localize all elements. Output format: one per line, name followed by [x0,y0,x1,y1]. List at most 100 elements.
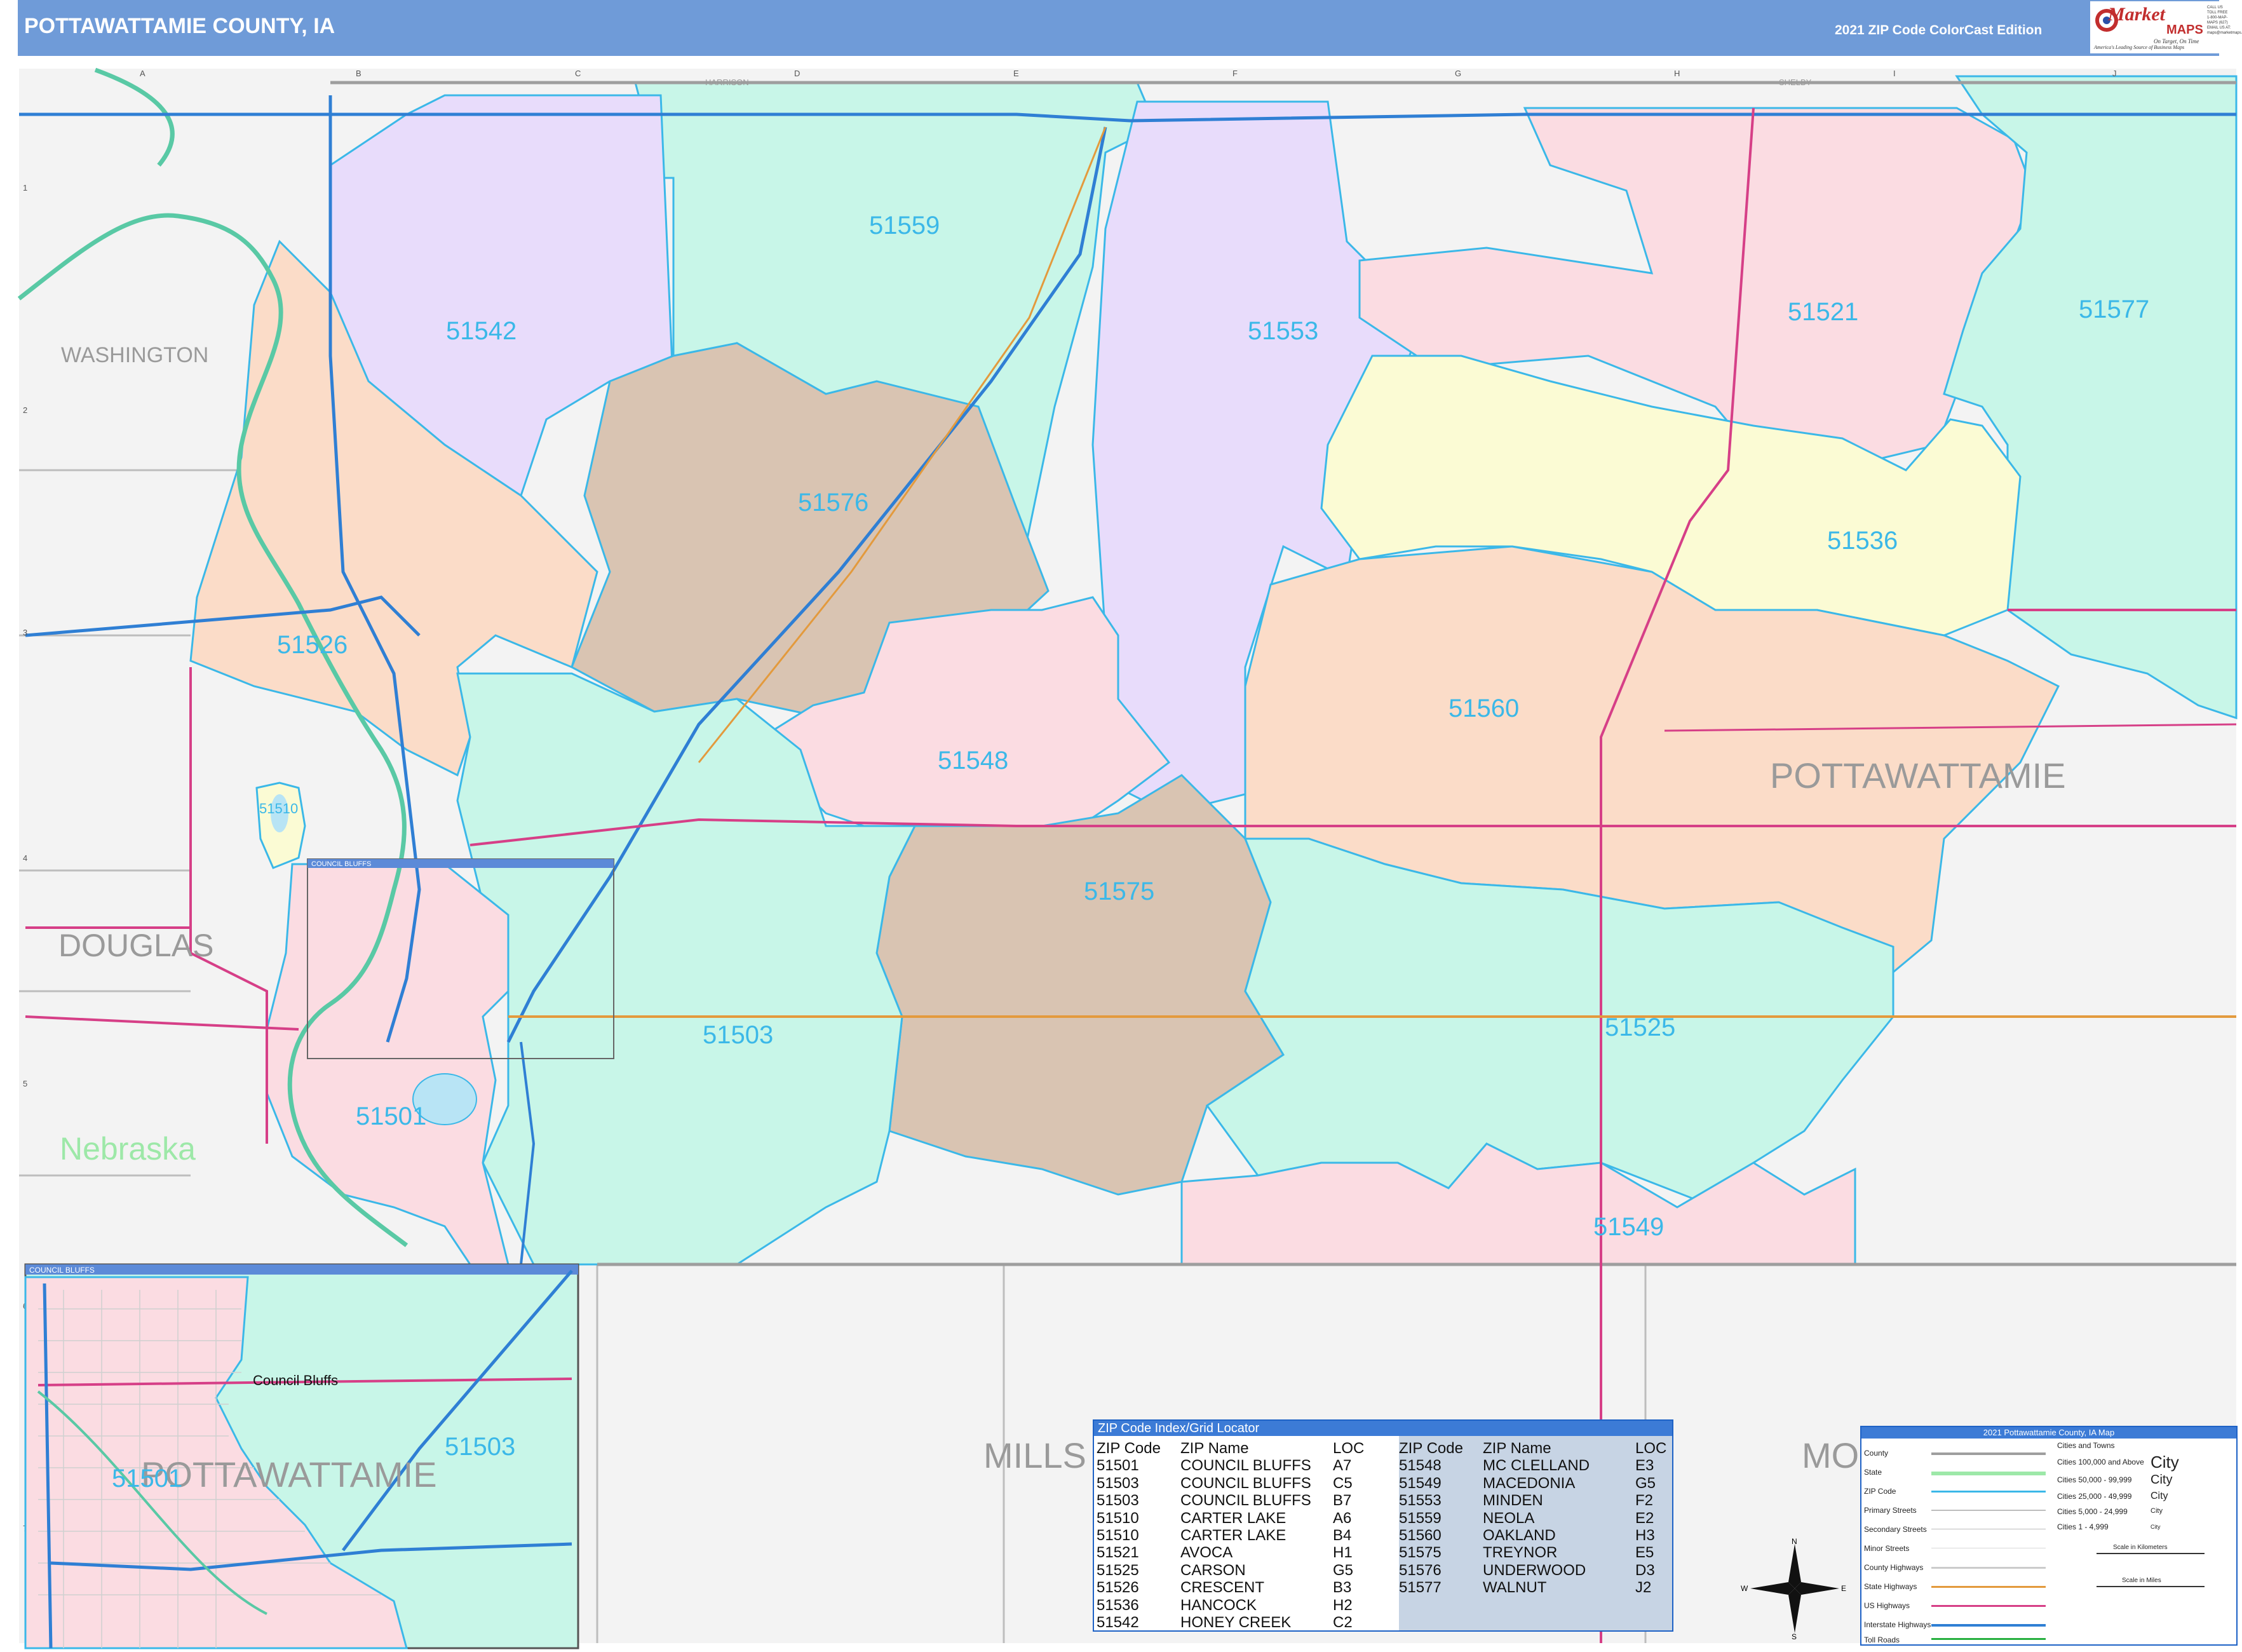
grid-col-d: D [794,69,800,78]
legend-toll-line [1931,1638,2046,1640]
zip-index-table: ZIP Code Index/Grid Locator ZIP Code ZIP… [1093,1419,1673,1632]
legend-county-hwy-line [1931,1567,2046,1569]
zip-label-51559: 51559 [869,212,940,240]
zip-label-51536: 51536 [1827,527,1898,555]
header-name: ZIP Name [1180,1440,1249,1457]
legend-item: ZIP Code [1864,1487,1896,1496]
grid-col-g: G [1455,69,1461,78]
legend-county-line [1931,1452,2046,1455]
zip-label-51576: 51576 [798,489,868,517]
inset-zip-51503: 51503 [445,1433,515,1461]
legend-item: US Highways [1864,1601,1910,1610]
pottawattamie-label: POTTAWATTAMIE [1770,755,2066,796]
zip-index-right-column: ZIP Code ZIP Name LOC 51548 MC CLELLAND E3… [1399,1440,1667,1597]
legend-item: Interstate Highways [1864,1620,1931,1629]
legend-item: State [1864,1468,1882,1477]
zip-index-row: 51542 HONEY CREEK C2 [1097,1614,1353,1632]
legend-state-line [1931,1472,2046,1475]
legend-item: Toll Roads [1864,1635,1900,1644]
legend-item: Primary Streets [1864,1506,1917,1515]
inset-city-label: Council Bluffs [253,1372,338,1388]
zip-index-left-column: ZIP Code ZIP Name LOC 51501 COUNCIL BLUFF… [1097,1440,1371,1631]
legend-zip-line [1931,1491,2046,1493]
zip-label-51510: 51510 [259,801,298,816]
header-zip: ZIP Code [1399,1440,1463,1457]
header-zip: ZIP Code [1097,1440,1161,1457]
zip-label-51560: 51560 [1449,694,1519,722]
zip-label-51575: 51575 [1084,877,1154,905]
grid-row-3: 3 [23,628,27,637]
scale-mi-label: Scale in Miles [2122,1577,2161,1584]
scale-km-label: Scale in Kilometers [2113,1544,2168,1551]
zip-label-51521: 51521 [1788,298,1858,326]
legend-city-sample: City [2151,1524,2161,1530]
zip-index-header-row: ZIP Code ZIP Name LOC [1399,1440,1667,1457]
compass-rose-icon: N E S W [1741,1538,1846,1639]
zip-index-row: 51510 CARTER LAKE B4 [1097,1527,1352,1545]
zip-index-row: 51526 CRESCENT B3 [1097,1579,1352,1597]
legend-item: County Highways [1864,1563,1924,1572]
county-map[interactable]: COUNCIL BLUFFS A B C D E F G H I J 1 2 3… [0,0,2242,1652]
inset-title: COUNCIL BLUFFS [29,1266,95,1275]
harrison-label: HARRISON [705,78,749,87]
grid-row-1: 1 [23,183,27,193]
zip-index-row: 51548 MC CLELLAND E3 [1399,1457,1654,1475]
zip-label-51501: 51501 [356,1102,426,1130]
zip-index-row: 51501 COUNCIL BLUFFS A7 [1097,1457,1352,1475]
grid-row-2: 2 [23,405,27,415]
montgomery-label: MO [1802,1435,1859,1475]
washington-label: WASHINGTON [61,343,208,367]
zip-index-row: 51553 MINDEN F2 [1399,1492,1654,1510]
zip-index-row: 51525 CARSON G5 [1097,1561,1354,1579]
grid-col-i: I [1893,69,1896,78]
zip-index-header-row: ZIP Code ZIP Name LOC [1097,1440,1371,1457]
nebraska-label: Nebraska [60,1131,196,1167]
inset-county-label: POTTAWATTAMIE [141,1454,437,1494]
zip-label-51548: 51548 [938,747,1008,775]
legend-city-sample: City [2151,1491,2168,1501]
zip-index-row: 51521 AVOCA H1 [1097,1544,1353,1562]
zip-index-row: 51510 CARTER LAKE A6 [1097,1509,1352,1527]
zip-label-51503: 51503 [703,1021,773,1049]
legend-city-class: Cities 1 - 4,999 [2057,1522,2109,1531]
legend-item: County [1864,1449,1889,1458]
zip-label-51549: 51549 [1593,1213,1664,1241]
legend-city-class: Cities 25,000 - 49,999 [2057,1492,2132,1501]
shelby-label: SHELBY [1779,78,1812,87]
council-bluffs-inset[interactable]: COUNCIL BLUFFS Council Bluffs POTTAWATTA… [24,1263,579,1649]
legend-item: Secondary Streets [1864,1525,1927,1534]
douglas-label: DOUGLAS [58,928,214,963]
zip-index-row: 51503 COUNCIL BLUFFS B7 [1097,1492,1352,1510]
legend-us-hwy-line [1931,1605,2046,1607]
mills-label: MILLS [983,1435,1086,1475]
zip-label-51525: 51525 [1605,1013,1675,1041]
header-loc: LOC [1635,1440,1667,1457]
legend-city-class: Cities 100,000 and Above [2057,1458,2144,1466]
scale-mi-bar [2097,1586,2205,1587]
zip-index-row: 51575 TREYNOR E5 [1399,1544,1654,1562]
map-legend: 2021 Pottawattamie County, IA Map County… [1860,1426,2238,1646]
legend-interstate-line [1931,1624,2046,1627]
zip-index-row: 51559 NEOLA E2 [1399,1509,1654,1527]
grid-col-c: C [575,69,581,78]
grid-col-a: A [140,69,145,78]
compass-e: E [1841,1584,1846,1593]
grid-row-5: 5 [23,1079,27,1088]
inset-locator-label: COUNCIL BLUFFS [311,860,371,868]
scale-km-bar [2097,1553,2205,1554]
zip-index-row: 51576 UNDERWOOD D3 [1399,1561,1655,1579]
zip-index-row: 51536 HANCOCK H2 [1097,1596,1353,1614]
inset-zip-51501: 51501 [112,1465,182,1493]
zip-label-51553: 51553 [1248,317,1318,345]
compass-s: S [1792,1632,1797,1639]
legend-city-sample: City [2151,1452,2179,1472]
zip-index-title: ZIP Code Index/Grid Locator [1094,1421,1672,1436]
legend-primary-line [1931,1510,2046,1511]
grid-row-4: 4 [23,853,27,863]
zip-index-row: 51577 WALNUT J2 [1399,1579,1652,1597]
legend-city-class: Cities 50,000 - 99,999 [2057,1475,2132,1484]
header-name: ZIP Name [1483,1440,1551,1457]
legend-state-hwy-line [1931,1586,2046,1588]
zip-index-row: 51503 COUNCIL BLUFFS C5 [1097,1474,1353,1492]
legend-cities-title: Cities and Towns [2057,1441,2115,1450]
